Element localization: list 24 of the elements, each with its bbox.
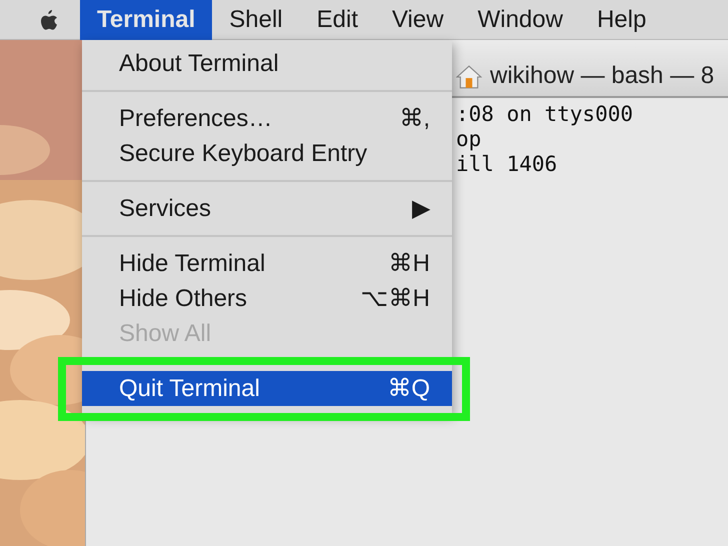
- menu-item[interactable]: About Terminal: [82, 46, 452, 81]
- house-icon: [456, 64, 482, 90]
- menu-item[interactable]: Secure Keyboard Entry: [82, 136, 452, 171]
- terminal-line: op: [456, 127, 482, 152]
- shortcut-label: ⌥⌘H: [360, 284, 430, 314]
- menu-bar-item[interactable]: Edit: [300, 0, 375, 40]
- menu-bar-item[interactable]: Window: [460, 0, 580, 40]
- window-title: wikihow — bash — 8: [490, 62, 714, 90]
- menu-bar-item[interactable]: Shell: [212, 0, 300, 40]
- shortcut-label: ⌘H: [388, 249, 430, 279]
- terminal-line: ill 1406: [456, 152, 558, 177]
- menu-item[interactable]: Hide Others ⌥⌘H: [82, 281, 452, 316]
- shortcut-label: ⌘,: [399, 104, 430, 134]
- menu-item[interactable]: Preferences… ⌘,: [82, 101, 452, 136]
- menu-bar-item[interactable]: Terminal: [80, 0, 212, 40]
- shortcut-label: ⌘Q: [387, 374, 430, 404]
- menu-item[interactable]: Services ▶: [82, 191, 452, 226]
- menu-item[interactable]: Quit Terminal ⌘Q: [82, 371, 452, 406]
- menu-item[interactable]: Hide Terminal ⌘H: [82, 246, 452, 281]
- menu-bar-item[interactable]: View: [374, 0, 461, 40]
- submenu-arrow: ▶: [412, 194, 430, 224]
- terminal-line: :08 on ttys000: [456, 102, 634, 127]
- menu-bar-item[interactable]: Help: [580, 0, 664, 40]
- apple-logo-icon[interactable]: [38, 8, 58, 32]
